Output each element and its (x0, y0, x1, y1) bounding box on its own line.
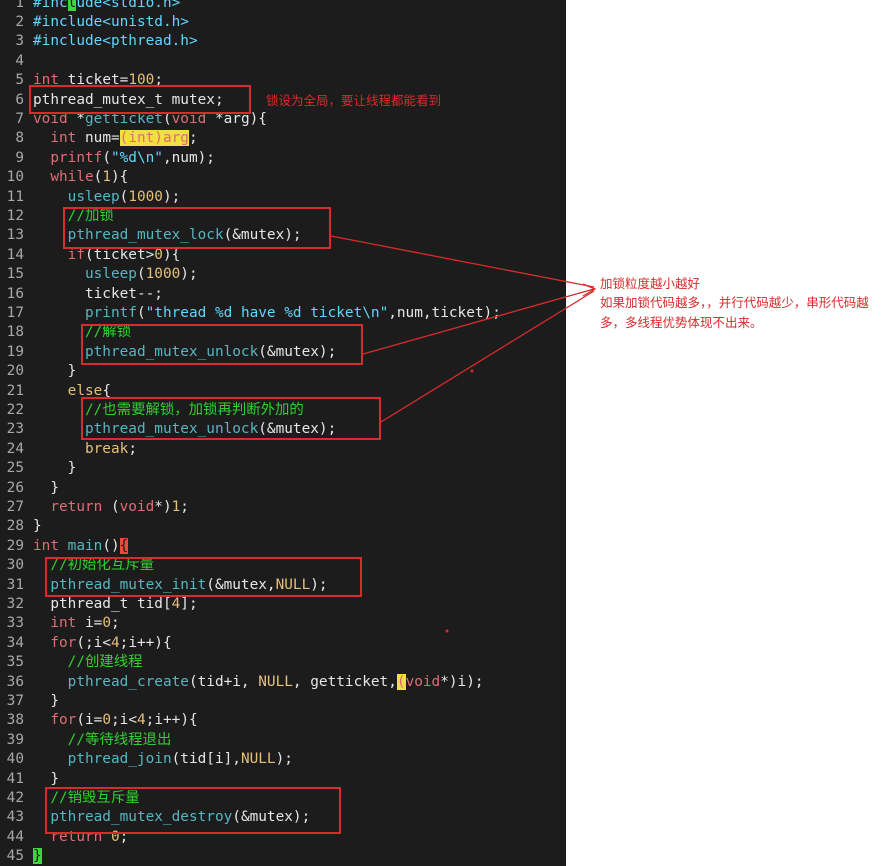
note-global-lock: 锁设为全局，要让线程都能看到 (266, 93, 442, 108)
note-granularity-body: 如果加锁代码越多，，并行代码越少，串形代码越多，多线程优势体现不出来。 (600, 295, 869, 330)
arrow-from-else-unlock (380, 290, 595, 423)
arrow-from-unlock (362, 288, 595, 355)
stray-dot (470, 369, 474, 373)
annotation-arrows (330, 235, 597, 633)
arrow-from-lock (330, 235, 595, 288)
note-granularity-title: 加锁粒度越小越好 (600, 276, 701, 291)
stray-dot (445, 629, 449, 633)
